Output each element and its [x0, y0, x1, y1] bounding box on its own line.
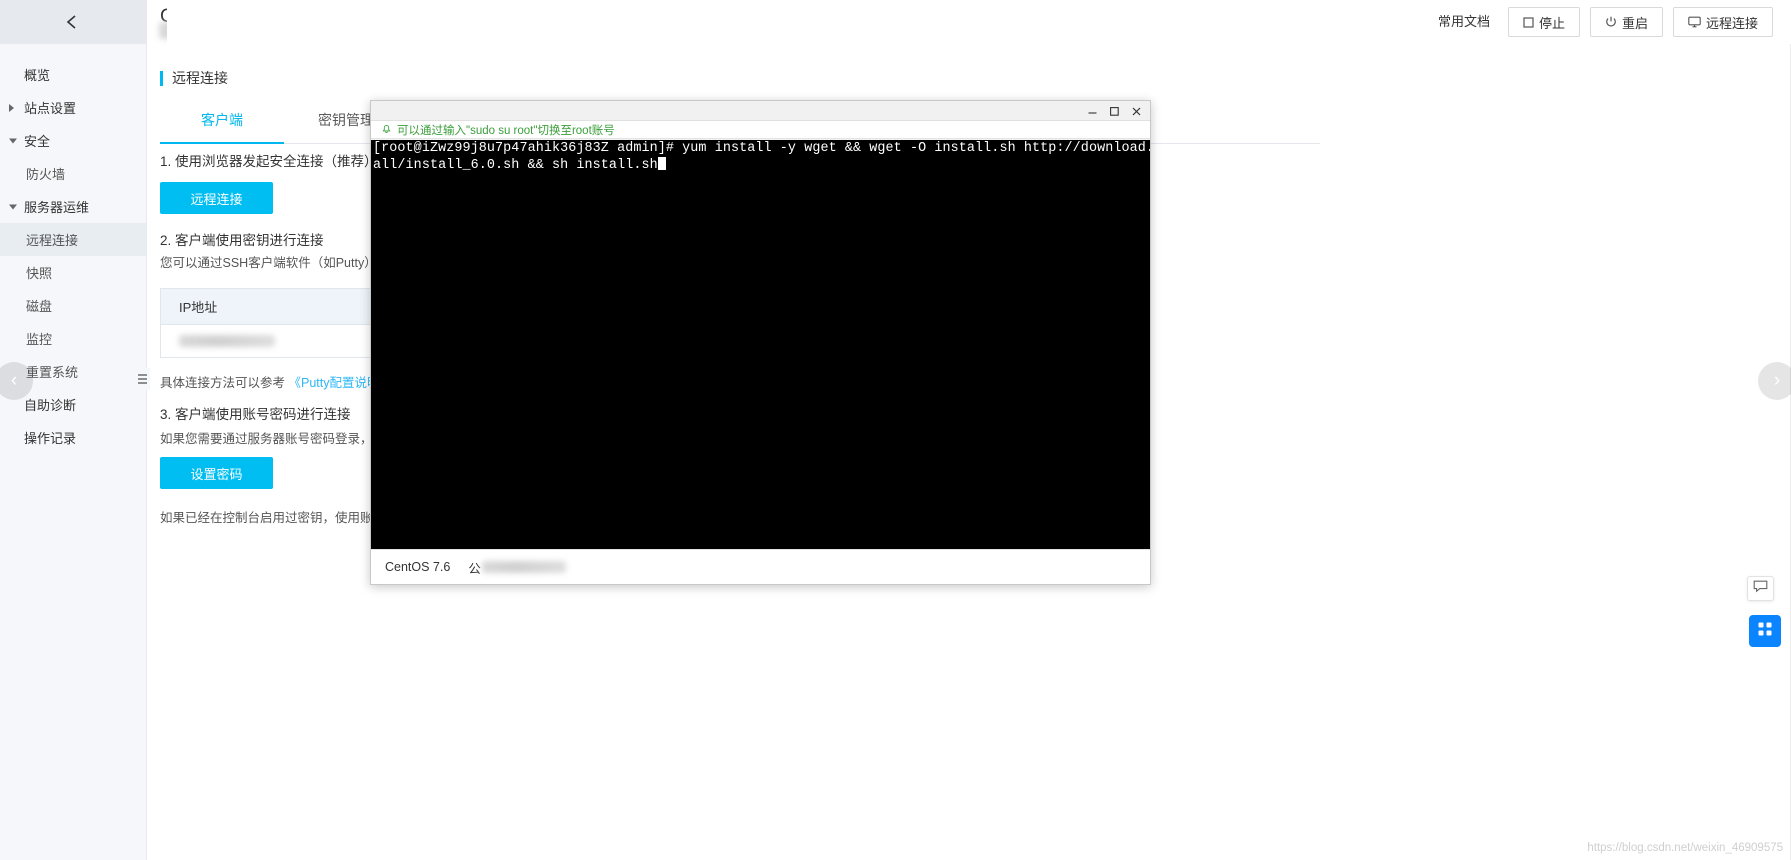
stop-button-label: 停止 — [1538, 15, 1565, 31]
minimize-icon[interactable] — [1082, 102, 1102, 120]
sidebar-item-label: 磁盘 — [26, 299, 53, 314]
next-page-arrow[interactable]: › — [1758, 362, 1791, 400]
sidebar-item-site-settings[interactable]: 站点设置 — [0, 91, 146, 124]
sidebar-collapse-handle[interactable] — [134, 368, 150, 390]
terminal-command-part-1: yum install -y wget && wget -O install.s… — [682, 141, 1150, 156]
sidebar-item-operation-log[interactable]: 操作记录 — [0, 421, 146, 454]
chevron-down-icon — [9, 204, 17, 209]
step-3-title: 3. 客户端使用账号密码进行连接 — [160, 407, 351, 422]
sidebar-item-label: 快照 — [26, 266, 53, 281]
sidebar-item-server-ops[interactable]: 服务器运维 — [0, 190, 146, 223]
watermark: https://blog.csdn.net/weixin_46909575 — [1587, 842, 1783, 854]
terminal-output[interactable]: [root@iZwz99j8u7p47ahik36j83Z admin]# yu… — [371, 140, 1150, 549]
section-header: 远程连接 — [160, 68, 228, 88]
top-bar: 常用文档 停止 重启 远程连接 — [167, 0, 1791, 44]
redacted-public-ip — [481, 561, 566, 573]
sidebar-item-overview[interactable]: 概览 — [0, 58, 146, 91]
sidebar-item-remote-connect[interactable]: 远程连接 — [0, 223, 146, 256]
apps-grid-button[interactable] — [1749, 615, 1781, 647]
close-icon[interactable] — [1126, 102, 1146, 120]
terminal-status-os: CentOS 7.6 — [385, 560, 451, 574]
stop-button[interactable]: 停止 — [1507, 7, 1580, 37]
step-2-title: 2. 客户端使用密钥进行连接 — [160, 233, 324, 248]
terminal-status-bar: CentOS 7.6 公 — [371, 549, 1150, 584]
sidebar-item-label: 监控 — [26, 332, 53, 347]
terminal-notice-bar: 可以通过输入"sudo su root"切换至root账号 — [371, 121, 1150, 139]
common-docs-link[interactable]: 常用文档 — [1430, 7, 1498, 37]
terminal-notice-text: 可以通过输入"sudo su root"切换至root账号 — [397, 124, 615, 137]
sidebar-item-label: 站点设置 — [24, 101, 77, 116]
terminal-titlebar[interactable] — [371, 101, 1150, 121]
terminal-status-ip-label: 公 — [468, 561, 481, 576]
restart-button-label: 重启 — [1621, 15, 1648, 31]
sidebar-item-label: 概览 — [24, 68, 51, 83]
putty-reference: 具体连接方法可以参考 《Putty配置说明》 — [160, 376, 392, 390]
step-1-title: 1. 使用浏览器发起安全连接（推荐） — [160, 154, 378, 169]
sidebar-item-snapshot[interactable]: 快照 — [0, 256, 146, 289]
restore-icon[interactable] — [1104, 102, 1124, 120]
bell-icon — [381, 123, 392, 137]
sidebar-item-label: 操作记录 — [24, 431, 77, 446]
sidebar-item-security[interactable]: 安全 — [0, 124, 146, 157]
restart-button[interactable]: 重启 — [1589, 7, 1663, 37]
terminal-cursor — [657, 156, 666, 170]
terminal-line-1: [root@iZwz99j8u7p47ahik36j83Z admin]# yu… — [373, 141, 1150, 157]
monitor-icon — [1688, 16, 1701, 28]
sidebar-item-firewall[interactable]: 防火墙 — [0, 157, 146, 190]
sidebar-item-monitor[interactable]: 监控 — [0, 322, 146, 355]
remote-connect-action-button[interactable]: 远程连接 — [160, 182, 273, 214]
terminal-status-ip: 公 — [468, 558, 566, 577]
terminal-command-part-2: all/install_6.0.sh && sh install.sh — [373, 157, 658, 173]
sidebar-item-label: 防火墙 — [26, 167, 66, 182]
chevron-left-icon[interactable] — [63, 12, 83, 32]
window-controls — [1082, 101, 1146, 121]
tab-client[interactable]: 客户端 — [160, 100, 284, 144]
terminal-line-2: all/install_6.0.sh && sh install.sh — [373, 156, 1150, 174]
terminal-window[interactable]: 可以通过输入"sudo su root"切换至root账号 [root@iZwz… — [370, 100, 1151, 585]
set-password-button[interactable]: 设置密码 — [160, 457, 273, 489]
sidebar-item-disk[interactable]: 磁盘 — [0, 289, 146, 322]
stop-square-icon — [1523, 16, 1534, 28]
sidebar-item-label: 安全 — [24, 134, 51, 149]
section-title: 远程连接 — [172, 70, 228, 86]
power-icon — [1605, 16, 1617, 28]
remote-connect-button-label: 远程连接 — [1705, 15, 1758, 31]
top-actions: 常用文档 停止 重启 远程连接 — [1430, 7, 1773, 37]
redacted-ip-value — [179, 335, 275, 347]
chevron-right-icon: › — [1773, 370, 1781, 391]
remote-connect-button[interactable]: 远程连接 — [1672, 7, 1773, 37]
sidebar: 概览 站点设置 安全 防火墙 服务器运维 远程连接 快照 磁盘 监控 重置系统 … — [0, 0, 147, 860]
chevron-right-icon — [9, 103, 14, 112]
sidebar-item-label: 远程连接 — [26, 233, 79, 248]
sidebar-item-label: 服务器运维 — [24, 200, 90, 215]
chat-bubble-icon — [1753, 580, 1768, 598]
chat-button[interactable] — [1747, 576, 1774, 601]
section-accent-bar — [160, 70, 163, 86]
chevron-down-icon — [9, 138, 17, 143]
terminal-prompt: [root@iZwz99j8u7p47ahik36j83Z admin]# — [373, 141, 683, 156]
app-root: 概览 站点设置 安全 防火墙 服务器运维 远程连接 快照 磁盘 监控 重置系统 … — [0, 0, 1791, 860]
sidebar-header — [0, 0, 146, 44]
chevron-left-icon: ‹ — [10, 370, 18, 391]
sidebar-item-label: 重置系统 — [26, 365, 79, 380]
sidebar-item-label: 自助诊断 — [24, 398, 77, 413]
grid-apps-icon — [1757, 621, 1773, 642]
